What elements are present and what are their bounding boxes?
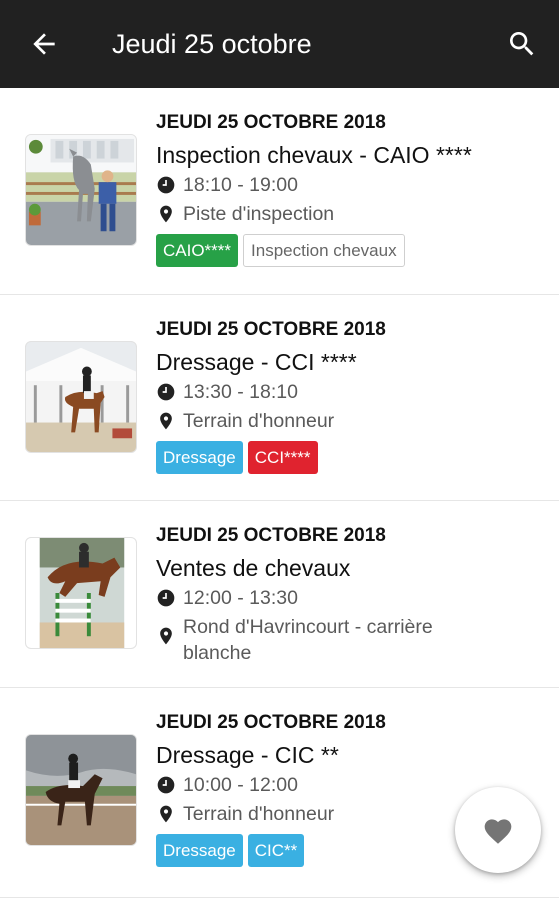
tag-badge[interactable]: Dressage: [156, 834, 243, 867]
tag-badge[interactable]: Dressage: [156, 441, 243, 474]
event-time: 10:00 - 12:00: [183, 774, 298, 796]
event-location: Terrain d'honneur: [183, 410, 335, 432]
event-time: 18:10 - 19:00: [183, 174, 298, 196]
event-tags: CAIO**** Inspection chevaux: [156, 234, 541, 268]
location-pin-icon: [160, 412, 172, 430]
event-list: JEUDI 25 OCTOBRE 2018 Inspection chevaux…: [0, 88, 559, 898]
event-location: Piste d'inspection: [183, 203, 335, 225]
event-details: JEUDI 25 OCTOBRE 2018 Inspection chevaux…: [156, 111, 541, 268]
tag-badge[interactable]: CAIO****: [156, 234, 239, 267]
event-details: JEUDI 25 OCTOBRE 2018 Ventes de chevaux …: [156, 524, 541, 666]
event-thumbnail: [25, 537, 137, 649]
arrow-left-icon[interactable]: [28, 28, 60, 60]
event-tags: Dressage CCI****: [156, 441, 541, 475]
event-thumbnail: [25, 734, 137, 846]
event-card[interactable]: JEUDI 25 OCTOBRE 2018 Ventes de chevaux …: [0, 501, 559, 688]
tag-badge[interactable]: CCI****: [247, 441, 318, 474]
event-thumbnail: [25, 341, 137, 453]
event-thumbnail: [25, 134, 137, 246]
event-location: Terrain d'honneur: [183, 803, 335, 825]
app-bar: Jeudi 25 octobre: [0, 0, 559, 88]
event-time: 12:00 - 13:30: [183, 587, 298, 609]
event-details: JEUDI 25 OCTOBRE 2018 Dressage - CCI ***…: [156, 318, 541, 475]
event-title: Dressage - CCI ****: [156, 349, 357, 375]
location-pin-icon: [160, 205, 172, 223]
clock-icon: [157, 176, 175, 194]
event-title: Inspection chevaux - CAIO ****: [156, 142, 472, 168]
event-time: 13:30 - 18:10: [183, 381, 298, 403]
clock-icon: [157, 383, 175, 401]
clock-icon: [157, 776, 175, 794]
event-title: Dressage - CIC **: [156, 742, 339, 768]
event-location-row: Piste d'inspection: [156, 201, 541, 227]
event-location-row: Terrain d'honneur: [156, 408, 541, 434]
location-pin-icon: [160, 805, 172, 823]
favorite-fab-button[interactable]: [455, 787, 541, 873]
event-title: Ventes de chevaux: [156, 555, 351, 581]
event-location-row: Rond d'Havrincourt - carrière blanche: [156, 614, 456, 666]
event-date: JEUDI 25 OCTOBRE 2018: [156, 112, 386, 133]
search-icon[interactable]: [506, 28, 538, 60]
event-location: Rond d'Havrincourt - carrière blanche: [183, 616, 433, 664]
tag-badge[interactable]: CIC**: [247, 834, 305, 867]
location-pin-icon: [160, 627, 172, 645]
event-time-row: 12:00 - 13:30: [156, 585, 541, 611]
clock-icon: [157, 589, 175, 607]
event-time-row: 18:10 - 19:00: [156, 172, 541, 198]
event-card[interactable]: JEUDI 25 OCTOBRE 2018 Dressage - CCI ***…: [0, 295, 559, 501]
tag-badge[interactable]: Inspection chevaux: [243, 234, 405, 267]
heart-icon: [484, 819, 512, 844]
event-date: JEUDI 25 OCTOBRE 2018: [156, 319, 386, 340]
event-date: JEUDI 25 OCTOBRE 2018: [156, 525, 386, 546]
page-title: Jeudi 25 octobre: [112, 29, 312, 59]
event-card[interactable]: JEUDI 25 OCTOBRE 2018 Inspection chevaux…: [0, 88, 559, 295]
event-date: JEUDI 25 OCTOBRE 2018: [156, 712, 386, 733]
event-time-row: 13:30 - 18:10: [156, 379, 541, 405]
